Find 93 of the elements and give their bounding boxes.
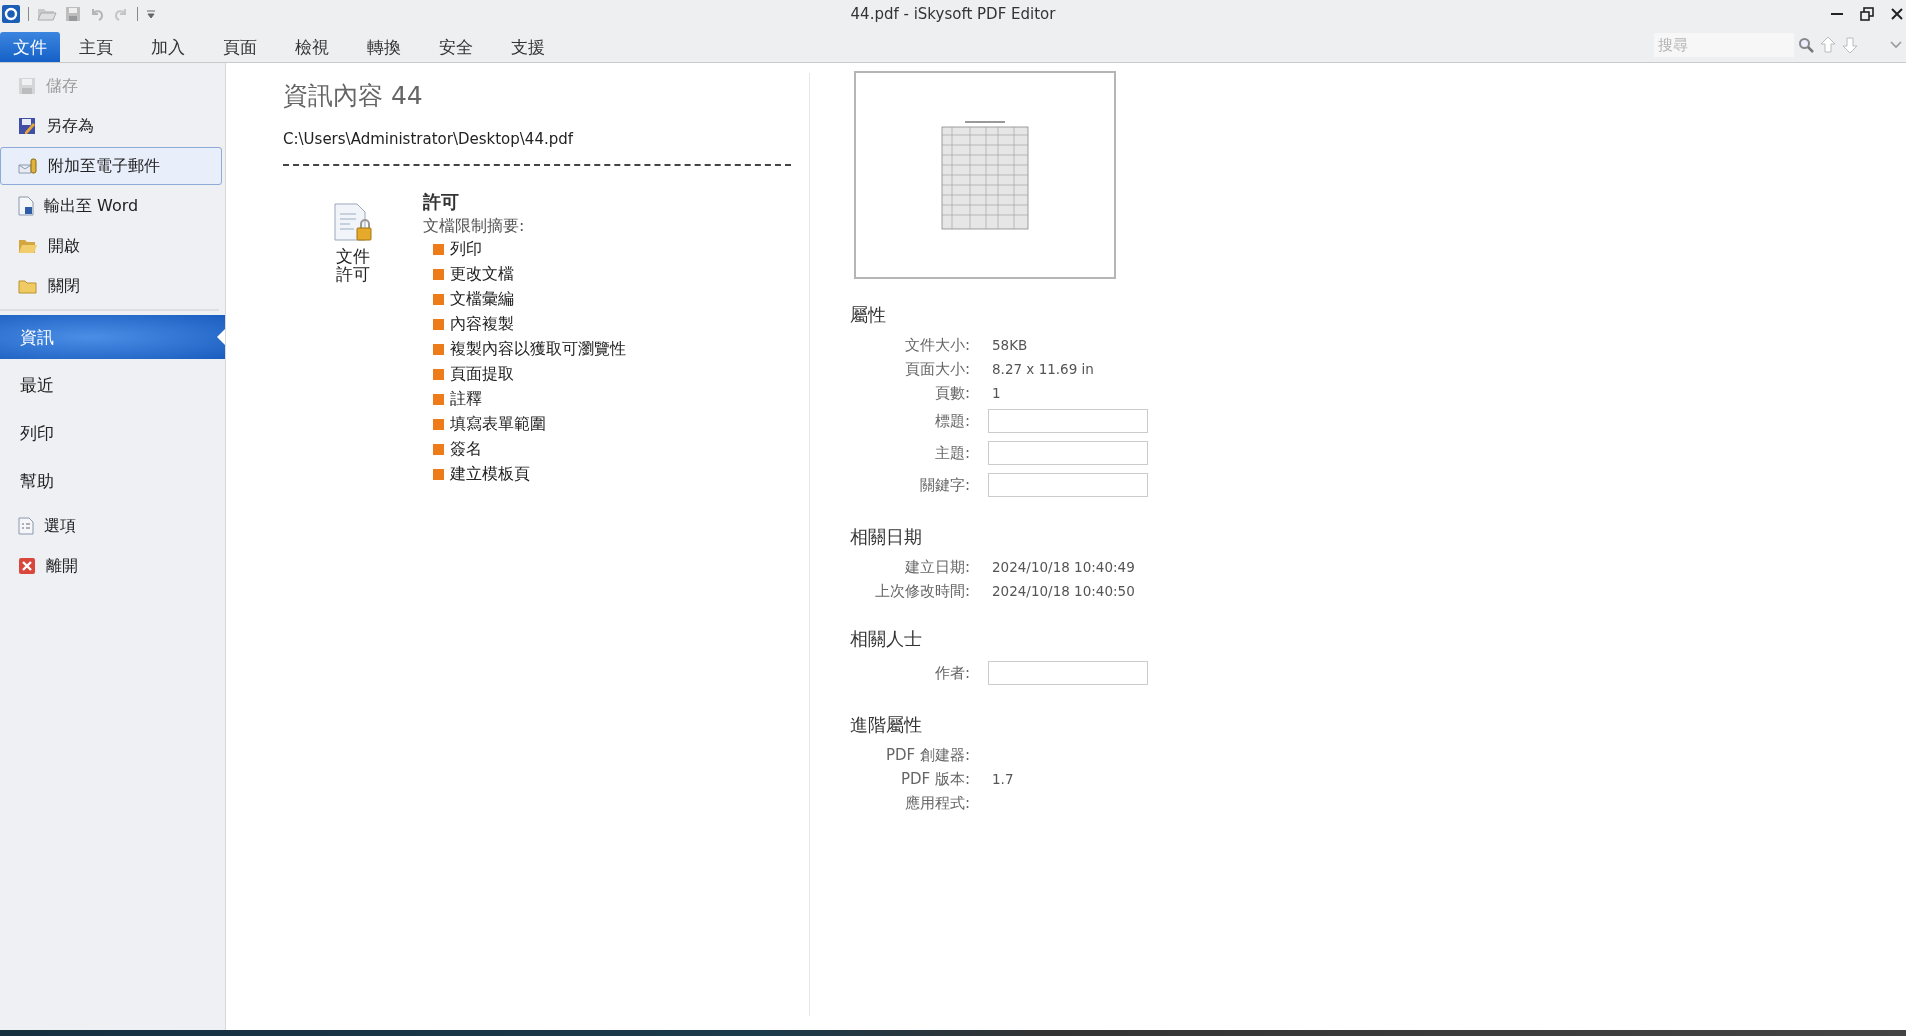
bullet-icon [433, 419, 444, 430]
property-label: 關鍵字: [918, 475, 970, 495]
permission-button[interactable]: 文件許可 [298, 190, 408, 284]
locked-document-icon [333, 202, 373, 244]
folder-icon [18, 277, 38, 295]
property-input[interactable] [988, 441, 1148, 465]
property-value: 8.27 x 11.69 in [992, 361, 1094, 377]
restore-icon[interactable] [1860, 7, 1874, 21]
section-heading: 相關日期 [850, 525, 923, 549]
menu-tab[interactable]: 檢視 [276, 32, 348, 62]
save-icon[interactable] [65, 6, 81, 22]
bullet-icon [433, 369, 444, 380]
property-label: 應用程式: [903, 793, 970, 813]
sidebar-command[interactable]: 附加至電子郵件 [0, 147, 222, 185]
menu-tab[interactable]: 支援 [492, 32, 564, 62]
permission-item: 內容複製 [450, 314, 514, 335]
permission-item: 簽名 [450, 439, 482, 460]
menu-tab[interactable]: 加入 [132, 32, 204, 62]
save-icon [18, 77, 36, 95]
open-folder-icon[interactable] [37, 6, 57, 22]
permission-item: 更改文檔 [450, 264, 514, 285]
section-heading: 進階屬性 [850, 713, 923, 737]
property-label: 頁面大小: [903, 359, 970, 379]
app-logo-icon[interactable] [2, 5, 20, 23]
search-field[interactable]: 搜尋 [1654, 33, 1794, 57]
property-label: 主題: [933, 443, 970, 463]
permissions-subtitle: 文檔限制摘要: [423, 216, 526, 237]
info-title: 資訊內容 44 [283, 80, 424, 112]
property-value: 58KB [992, 337, 1028, 353]
sidebar-command[interactable]: 另存為 [0, 107, 222, 145]
undo-icon[interactable] [89, 6, 105, 22]
permission-item: 複製內容以獲取可瀏覽性 [450, 339, 626, 360]
property-label: PDF 創建器: [884, 745, 970, 765]
property-label: 頁數: [933, 383, 970, 403]
property-label: 文件大小: [903, 335, 970, 355]
bullet-icon [433, 244, 444, 255]
property-input[interactable] [988, 409, 1148, 433]
bullet-icon [433, 394, 444, 405]
property-input[interactable] [988, 473, 1148, 497]
email-attach-icon [18, 157, 38, 175]
property-label: 上次修改時間: [873, 581, 970, 601]
menu-tab[interactable]: 轉換 [348, 32, 420, 62]
permission-item: 建立模板頁 [450, 464, 530, 485]
sidebar-nav-item[interactable]: 最近 [0, 363, 225, 407]
permission-item: 文檔彙編 [450, 289, 514, 310]
dropdown-caret-icon[interactable] [1890, 40, 1902, 50]
exit-icon [18, 557, 36, 575]
permission-item: 註釋 [450, 389, 482, 410]
file-path: C:\Users\Administrator\Desktop\44.pdf [283, 130, 575, 148]
bullet-icon [433, 269, 444, 280]
menu-tab[interactable]: 主頁 [60, 32, 132, 62]
property-value: 2024/10/18 10:40:50 [992, 583, 1135, 599]
save-as-icon [18, 117, 36, 135]
menu-tab[interactable]: 安全 [420, 32, 492, 62]
sidebar-command[interactable]: 輸出至 Word [0, 187, 222, 225]
permissions-heading: 許可 [423, 190, 460, 214]
property-label: 標題: [933, 411, 970, 431]
word-document-icon [18, 196, 34, 216]
bullet-icon [433, 294, 444, 305]
bullet-icon [433, 344, 444, 355]
section-heading: 屬性 [850, 303, 887, 327]
property-value: 1.7 [992, 771, 1014, 787]
menu-tab[interactable]: 文件 [0, 32, 60, 62]
permission-item: 列印 [450, 239, 482, 260]
previous-arrow-icon[interactable] [1820, 36, 1836, 54]
property-value: 1 [992, 385, 1001, 401]
customize-caret-icon[interactable] [146, 9, 156, 19]
bullet-icon [433, 469, 444, 480]
bullet-icon [433, 444, 444, 455]
section-heading: 相關人士 [850, 627, 923, 651]
next-arrow-icon[interactable] [1842, 36, 1858, 54]
sidebar-command[interactable]: 關閉 [0, 267, 222, 305]
sidebar-nav-item[interactable]: 幫助 [0, 459, 225, 503]
sidebar-command[interactable]: 離開 [0, 547, 222, 585]
sidebar-command[interactable]: 開啟 [0, 227, 222, 265]
sidebar-nav-item[interactable]: 列印 [0, 411, 225, 455]
open-folder-icon [18, 237, 38, 255]
property-label: 作者: [933, 663, 970, 683]
property-label: 建立日期: [903, 557, 970, 577]
options-icon [18, 517, 34, 535]
redo-icon[interactable] [113, 6, 129, 22]
sidebar-command[interactable]: 選項 [0, 507, 222, 545]
window-title: 44.pdf - iSkysoft PDF Editor [850, 5, 1056, 23]
close-icon[interactable] [1890, 7, 1904, 21]
menu-tab[interactable]: 頁面 [204, 32, 276, 62]
permission-item: 填寫表單範圍 [450, 414, 546, 435]
property-value: 2024/10/18 10:40:49 [992, 559, 1135, 575]
search-icon[interactable] [1798, 37, 1814, 53]
bullet-icon [433, 319, 444, 330]
property-input[interactable] [988, 661, 1148, 685]
property-label: PDF 版本: [899, 769, 970, 789]
permission-item: 頁面提取 [450, 364, 514, 385]
sidebar-nav-item[interactable]: 資訊 [0, 315, 225, 359]
